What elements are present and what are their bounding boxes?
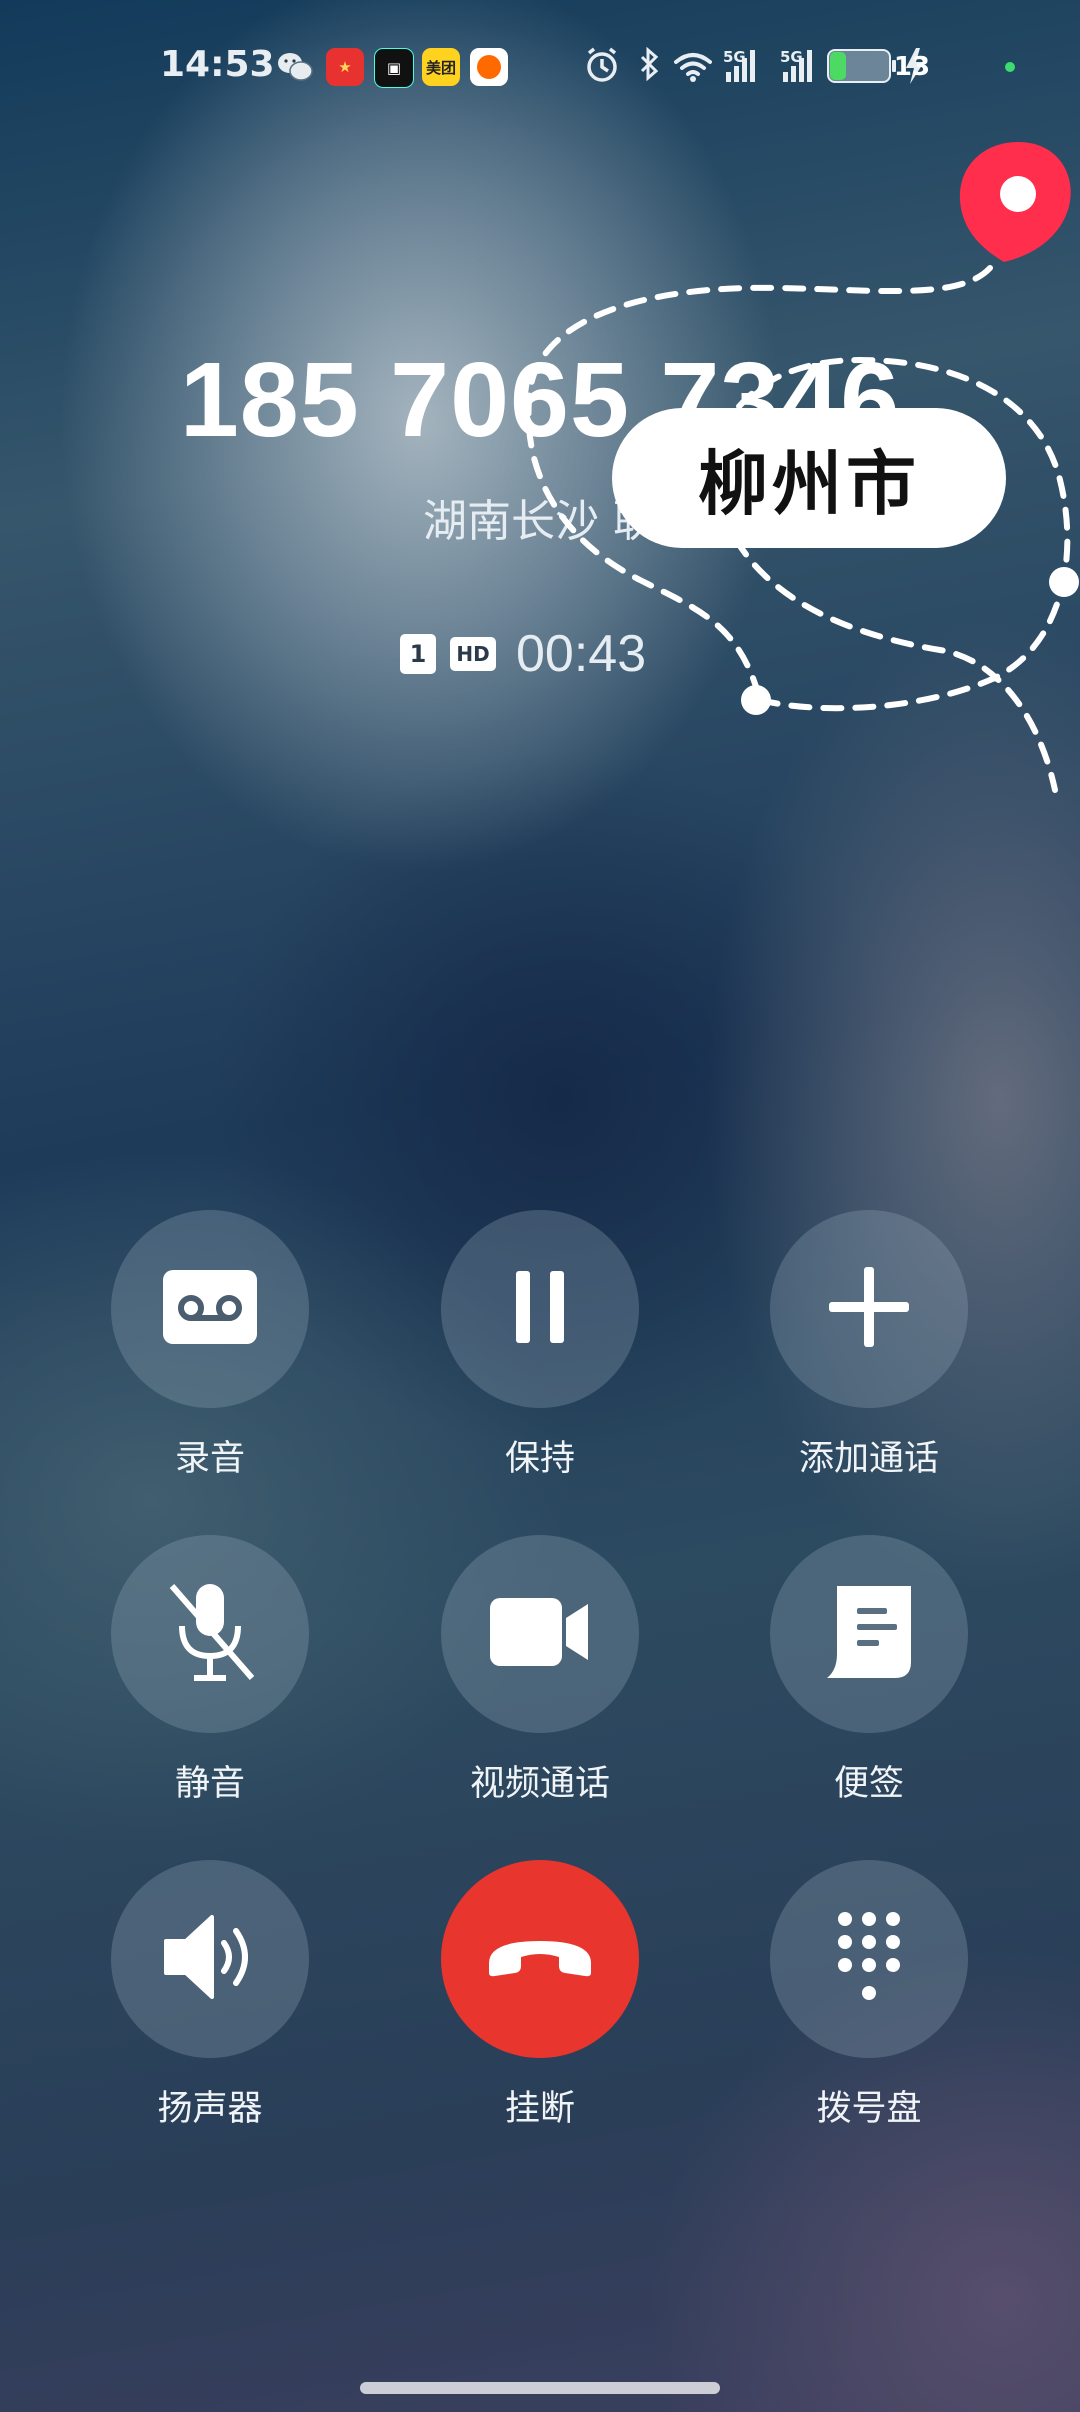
dialpad-icon	[833, 1909, 905, 2009]
add-call-label: 添加通话	[798, 1439, 939, 1479]
speaker-icon	[162, 1911, 258, 2007]
home-indicator[interactable]	[360, 2382, 720, 2394]
hold-button[interactable]	[441, 1210, 639, 1408]
speaker-label: 扬声器	[157, 2089, 263, 2129]
record-button[interactable]	[111, 1210, 309, 1408]
note-button[interactable]	[770, 1535, 968, 1733]
hangup-button[interactable]	[441, 1860, 639, 2058]
video-call-icon	[488, 1596, 592, 1672]
note-label: 便签	[833, 1764, 904, 1804]
hangup-control[interactable]: 挂断	[420, 1860, 660, 2131]
hangup-label: 挂断	[504, 2089, 575, 2129]
record-control[interactable]: 录音	[90, 1210, 330, 1481]
dialpad-control[interactable]: 拨号盘	[749, 1860, 989, 2131]
add-call-button[interactable]	[770, 1210, 968, 1408]
speaker-control[interactable]: 扬声器	[90, 1860, 330, 2131]
hangup-icon	[485, 1933, 595, 1985]
note-control[interactable]: 便签	[749, 1535, 989, 1806]
dialpad-button[interactable]	[770, 1860, 968, 2058]
video-call-control[interactable]: 视频通话	[420, 1535, 660, 1806]
record-label: 录音	[174, 1439, 245, 1479]
hold-control[interactable]: 保持	[420, 1210, 660, 1481]
mute-button[interactable]	[111, 1535, 309, 1733]
add-call-control[interactable]: 添加通话	[749, 1210, 989, 1481]
video-call-button[interactable]	[441, 1535, 639, 1733]
mute-control[interactable]: 静音	[90, 1535, 330, 1806]
dialpad-label: 拨号盘	[816, 2089, 922, 2129]
speaker-button[interactable]	[111, 1860, 309, 2058]
video-call-label: 视频通话	[469, 1764, 610, 1804]
pause-icon	[510, 1269, 570, 1349]
add-call-icon	[827, 1265, 911, 1353]
note-icon	[825, 1584, 913, 1684]
mute-label: 静音	[174, 1764, 245, 1804]
call-controls: 录音 保持 添加通话 静音 视频通话 便签 扬声器 挂断 拨号盘	[0, 0, 1080, 2412]
record-icon	[161, 1268, 259, 1350]
mute-icon	[162, 1580, 258, 1688]
hold-label: 保持	[504, 1439, 575, 1479]
